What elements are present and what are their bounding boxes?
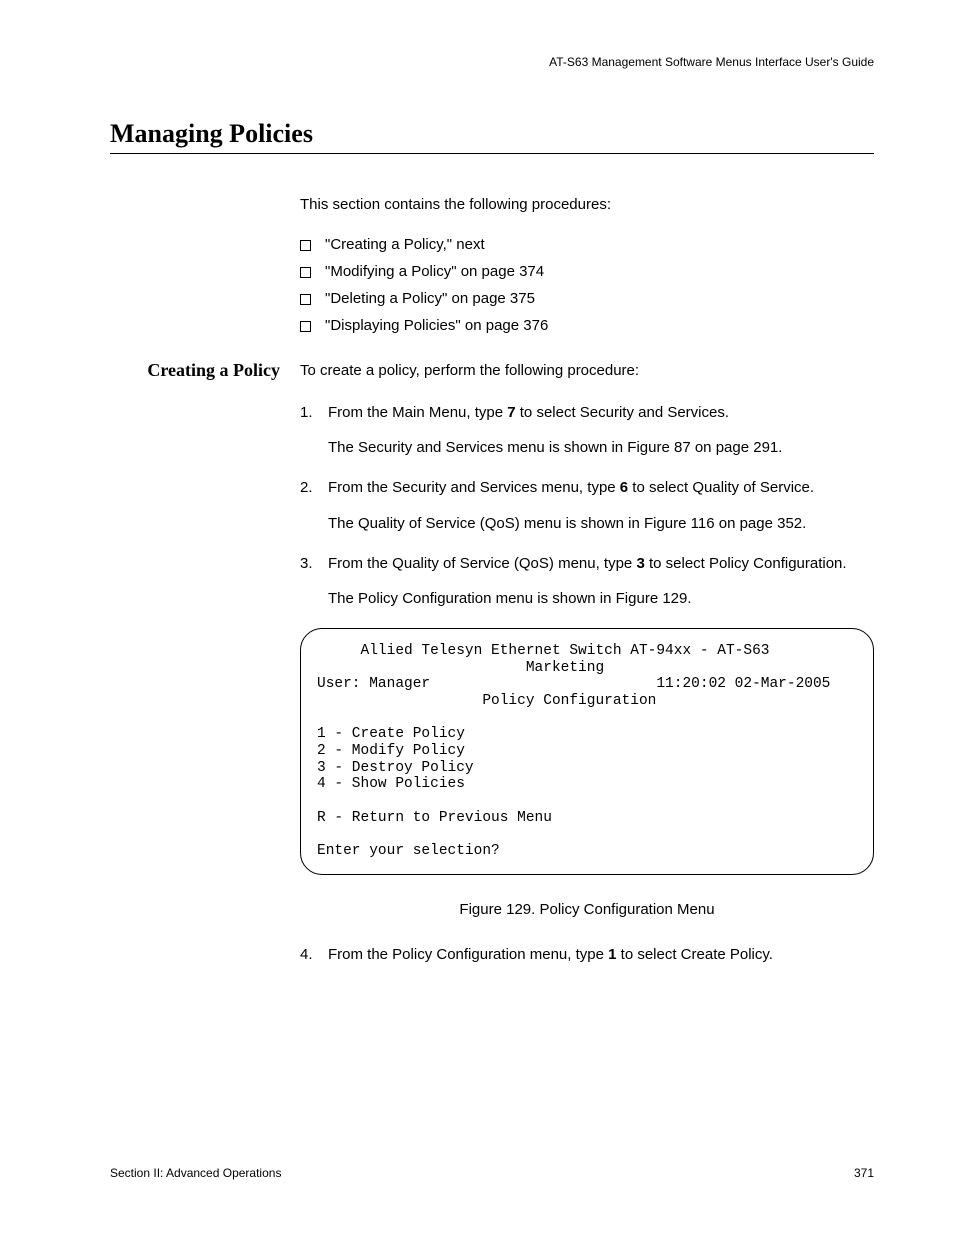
step-3: 3. From the Quality of Service (QoS) men… — [300, 553, 874, 575]
step-post: to select Security and Services. — [516, 404, 729, 421]
menu-line: 1 - Create Policy — [317, 726, 465, 742]
bullet-icon — [300, 240, 311, 251]
bullet-text: "Displaying Policies" on page 376 — [325, 317, 548, 334]
step-key: 3 — [636, 555, 644, 572]
menu-line: R - Return to Previous Menu — [317, 810, 552, 826]
step-text: From the Security and Services menu, typ… — [328, 477, 874, 499]
step-4: 4. From the Policy Configuration menu, t… — [300, 944, 874, 966]
section-title: Managing Policies — [110, 119, 874, 154]
list-item: "Modifying a Policy" on page 374 — [300, 263, 874, 280]
list-item: "Displaying Policies" on page 376 — [300, 317, 874, 334]
step-post: to select Quality of Service. — [628, 479, 814, 496]
menu-line: 4 - Show Policies — [317, 776, 465, 792]
menu-line: Marketing — [317, 660, 604, 676]
step-note: The Security and Services menu is shown … — [328, 437, 874, 459]
list-item: "Creating a Policy," next — [300, 236, 874, 253]
step-number: 4. — [300, 944, 328, 966]
step-post: to select Create Policy. — [616, 946, 772, 963]
procedure-list: "Creating a Policy," next "Modifying a P… — [300, 236, 874, 334]
bullet-text: "Modifying a Policy" on page 374 — [325, 263, 544, 280]
terminal-menu: Allied Telesyn Ethernet Switch AT-94xx -… — [300, 628, 874, 875]
menu-line: User: Manager 11:20:02 02-Mar-2005 — [317, 676, 830, 692]
step-key: 7 — [507, 404, 515, 421]
step-text: From the Policy Configuration menu, type… — [328, 944, 874, 966]
running-header: AT-S63 Management Software Menus Interfa… — [110, 55, 874, 69]
intro-text: This section contains the following proc… — [300, 194, 874, 216]
footer-section: Section II: Advanced Operations — [110, 1166, 281, 1180]
step-note: The Quality of Service (QoS) menu is sho… — [328, 513, 874, 535]
bullet-text: "Creating a Policy," next — [325, 236, 485, 253]
step-number: 3. — [300, 553, 328, 575]
step-pre: From the Quality of Service (QoS) menu, … — [328, 555, 636, 572]
menu-line: Allied Telesyn Ethernet Switch AT-94xx -… — [317, 643, 769, 659]
step-text: From the Main Menu, type 7 to select Sec… — [328, 402, 874, 424]
step-pre: From the Main Menu, type — [328, 404, 507, 421]
step-text: From the Quality of Service (QoS) menu, … — [328, 553, 874, 575]
step-pre: From the Security and Services menu, typ… — [328, 479, 620, 496]
step-pre: From the Policy Configuration menu, type — [328, 946, 608, 963]
bullet-icon — [300, 321, 311, 332]
list-item: "Deleting a Policy" on page 375 — [300, 290, 874, 307]
figure-caption: Figure 129. Policy Configuration Menu — [300, 899, 874, 921]
menu-line: Enter your selection? — [317, 843, 500, 859]
subsection-lead: To create a policy, perform the followin… — [300, 360, 874, 382]
menu-line: 3 - Destroy Policy — [317, 760, 474, 776]
step-number: 2. — [300, 477, 328, 499]
step-post: to select Policy Configuration. — [645, 555, 847, 572]
subsection-heading: Creating a Policy — [110, 360, 300, 381]
menu-line: Policy Configuration — [317, 693, 656, 709]
menu-line: 2 - Modify Policy — [317, 743, 465, 759]
page-number: 371 — [854, 1166, 874, 1180]
step-1: 1. From the Main Menu, type 7 to select … — [300, 402, 874, 424]
step-note: The Policy Configuration menu is shown i… — [328, 588, 874, 610]
step-2: 2. From the Security and Services menu, … — [300, 477, 874, 499]
bullet-icon — [300, 294, 311, 305]
bullet-text: "Deleting a Policy" on page 375 — [325, 290, 535, 307]
bullet-icon — [300, 267, 311, 278]
step-key: 6 — [620, 479, 628, 496]
step-number: 1. — [300, 402, 328, 424]
